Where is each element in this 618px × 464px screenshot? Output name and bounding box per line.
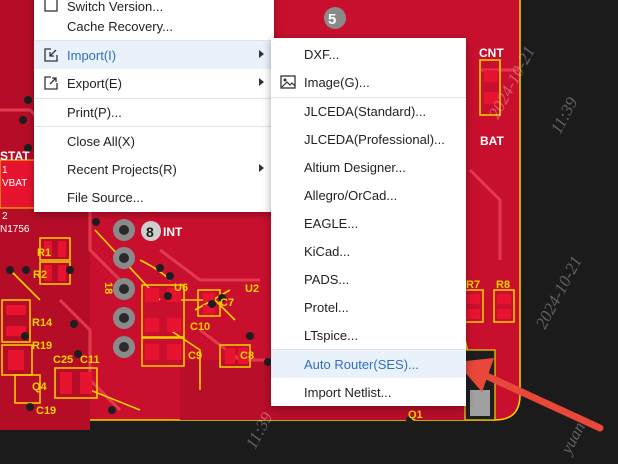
menu-item-export[interactable]: Export(E) [34,69,274,97]
submenu-item-label: DXF... [304,46,340,62]
import-icon [44,48,58,65]
header-n1756: N1756 [0,224,30,235]
submenu-item-kicad[interactable]: KiCad... [271,237,466,265]
submenu-item-dxf[interactable]: DXF... [271,40,466,68]
header-vbat: VBAT [2,178,27,189]
chevron-right-icon [259,50,264,58]
submenu-item-jlceda-standard[interactable]: JLCEDA(Standard)... [271,97,466,125]
designator-c11: C11 [80,354,100,366]
file-menu: Switch Version... Cache Recovery... Impo… [34,0,274,212]
designator-r14: R14 [32,317,53,329]
submenu-item-label: LTspice... [304,327,358,343]
menu-item-label: Recent Projects(R) [67,161,177,177]
submenu-item-eagle[interactable]: EAGLE... [271,209,466,237]
designator-r19: R19 [32,340,52,352]
submenu-item-label: Allegro/OrCad... [304,187,398,203]
menu-item-print[interactable]: Print(P)... [34,98,274,126]
designator-r1: R1 [37,247,51,259]
net-label-stat: STAT [0,149,30,163]
designator-c19: C19 [36,405,56,417]
net-label-bat: BAT [480,134,504,148]
menu-item-label: Import(I) [67,47,117,63]
import-submenu: DXF... Image(G)... JLCEDA(Standard)... J… [271,38,466,406]
designator-q4: Q4 [32,381,48,393]
header-pin-2: 2 [2,211,8,222]
designator-c10: C10 [190,321,210,333]
pad-label-8: 8 [146,224,154,240]
designator-r2: R2 [33,269,47,281]
submenu-item-import-netlist[interactable]: Import Netlist... [271,378,466,406]
menu-item-recent-projects[interactable]: Recent Projects(R) [34,155,274,183]
menu-item-close-all[interactable]: Close All(X) [34,127,274,155]
submenu-item-jlceda-professional[interactable]: JLCEDA(Professional)... [271,125,466,153]
submenu-item-protel[interactable]: Protel... [271,293,466,321]
designator-c9: C9 [188,350,202,362]
menu-item-label: File Source... [67,189,144,205]
menu-item-label: Cache Recovery... [67,18,173,34]
submenu-item-altium-designer[interactable]: Altium Designer... [271,153,466,181]
designator-c25: C25 [53,354,73,366]
designator-r8: R8 [496,279,510,291]
submenu-item-label: JLCEDA(Standard)... [304,103,427,119]
designator-18: 18 [102,282,114,294]
export-icon [44,76,58,93]
submenu-item-label: Altium Designer... [304,159,406,175]
net-label-cnt: CNT [479,46,504,60]
net-label-int: INT [163,225,183,239]
submenu-item-label: Image(G)... [304,74,370,90]
pad-label-5: 5 [328,11,336,28]
submenu-item-label: PADS... [304,271,350,287]
image-icon [280,75,296,92]
menu-item-cache-recovery[interactable]: Cache Recovery... [34,12,274,40]
submenu-item-label: JLCEDA(Professional)... [304,131,445,147]
submenu-item-label: Auto Router(SES)... [304,356,419,372]
submenu-item-auto-router-ses[interactable]: Auto Router(SES)... [271,350,466,378]
designator-c7: C7 [220,297,234,309]
designator-u2: U2 [245,283,259,295]
designator-u6: U6 [174,282,188,294]
chevron-right-icon [259,78,264,86]
submenu-item-allegro-orcad[interactable]: Allegro/OrCad... [271,181,466,209]
menu-item-label: Close All(X) [67,133,135,149]
submenu-item-label: Protel... [304,299,349,315]
designator-c8: C8 [240,350,254,362]
submenu-item-pads[interactable]: PADS... [271,265,466,293]
submenu-item-label: EAGLE... [304,215,359,231]
menu-item-file-source[interactable]: File Source... [34,183,274,211]
submenu-item-ltspice[interactable]: LTspice... [271,321,466,349]
designator-q1: Q1 [408,409,423,421]
menu-item-label: Export(E) [67,75,122,91]
submenu-item-image[interactable]: Image(G)... [271,68,466,96]
chevron-right-icon [259,164,264,172]
designator-r7: R7 [466,279,480,291]
submenu-item-label: Import Netlist... [304,384,392,400]
submenu-item-label: KiCad... [304,243,351,259]
menu-item-label: Print(P)... [67,104,122,120]
menu-item-import[interactable]: Import(I) [34,41,274,69]
header-pin-1: 1 [2,165,8,176]
